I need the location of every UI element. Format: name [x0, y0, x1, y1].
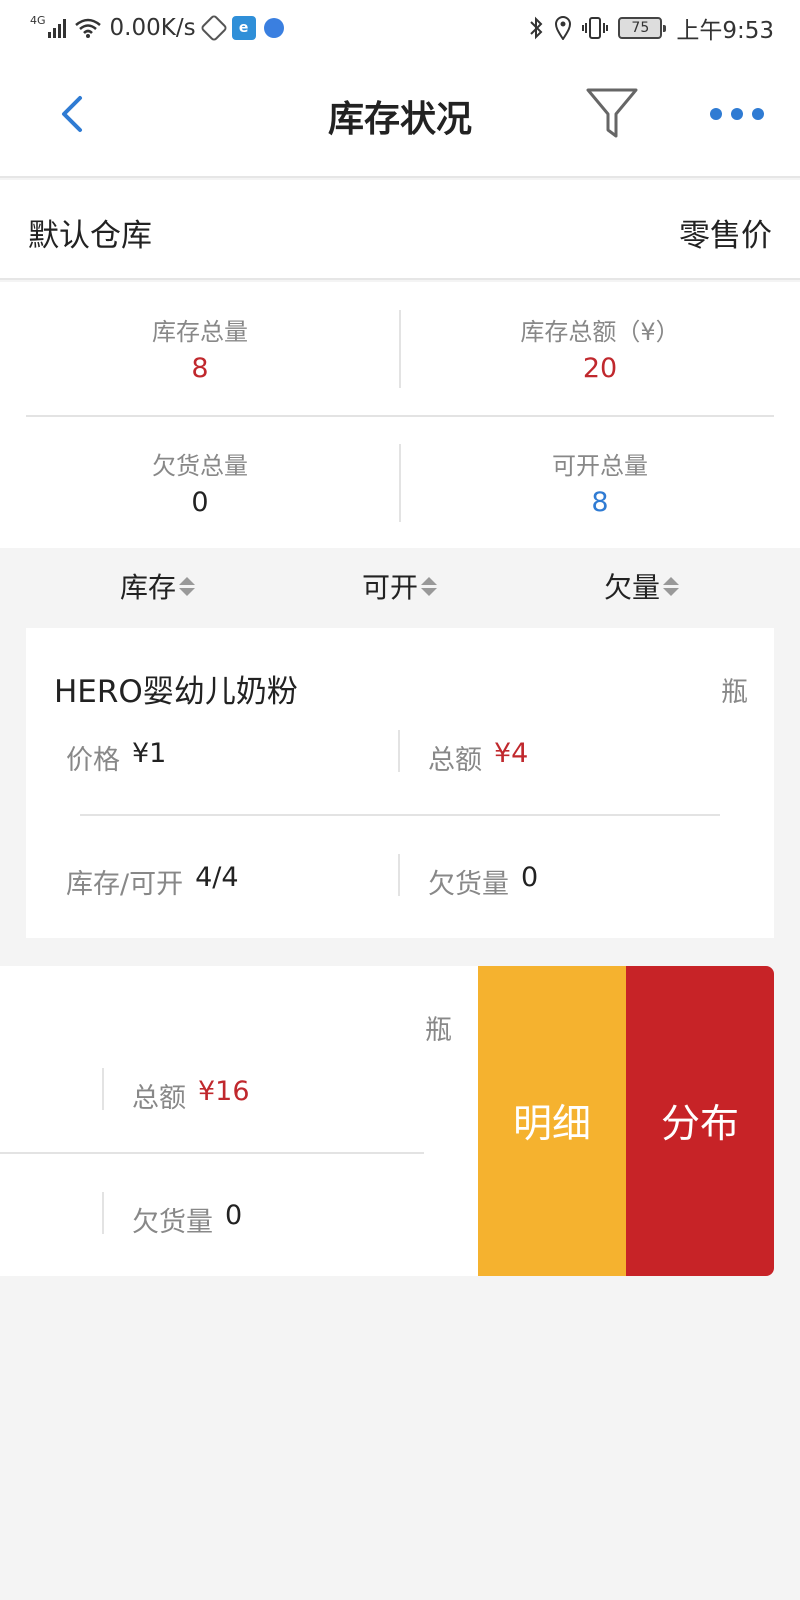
more-dots-icon[interactable] — [710, 104, 764, 124]
filter-funnel-icon[interactable] — [584, 84, 640, 142]
divider — [26, 415, 774, 417]
summary-available: 可开总量 8 — [400, 446, 800, 518]
signal-icon — [47, 18, 66, 38]
sort-by-stock[interactable]: 库存 — [120, 566, 196, 606]
divider — [398, 854, 400, 896]
distribution-button[interactable]: 分布 — [626, 966, 774, 1276]
product-unit: 瓶 — [721, 677, 748, 708]
field-value: 0 — [521, 862, 539, 893]
field-value: ¥16 — [198, 1076, 250, 1107]
product-owed: 欠货量 0 — [132, 1200, 242, 1239]
field-label: 价格 — [66, 745, 120, 776]
divider — [398, 730, 400, 772]
sort-bar: 库存 可开 欠量 — [0, 552, 800, 616]
divider — [399, 310, 401, 388]
vibrate-icon — [582, 17, 609, 39]
product-owed: 欠货量 0 — [428, 862, 538, 901]
summary-value: 8 — [591, 487, 609, 518]
wifi-icon — [74, 18, 101, 38]
globe-notification-icon — [263, 18, 284, 38]
field-value: 0 — [225, 1200, 243, 1231]
summary-value: 20 — [582, 353, 618, 384]
product-amount: 总额 ¥16 — [132, 1076, 250, 1115]
summary-value: 8 — [191, 353, 209, 384]
summary-label: 欠货总量 — [152, 452, 248, 480]
nav-bar: 库存状况 — [0, 56, 800, 178]
divider — [102, 1192, 104, 1234]
battery-icon: 75 — [618, 17, 667, 39]
field-value: ¥1 — [132, 738, 167, 769]
summary-value: 0 — [191, 487, 209, 518]
divider — [102, 1068, 104, 1110]
inventory-summary: 库存总量 8 库存总额（¥） 20 欠货总量 0 可开总量 8 — [0, 282, 800, 548]
page-title: 库存状况 — [327, 99, 472, 140]
product-stock: 库存/可开 4/4 — [66, 862, 239, 901]
product-amount: 总额 ¥4 — [428, 738, 528, 777]
browser-notification-icon: e — [231, 16, 256, 40]
summary-total-qty: 库存总量 8 — [0, 312, 400, 384]
field-label: 总额 — [132, 1083, 186, 1114]
swipe-actions: 明细 分布 — [478, 966, 774, 1276]
sort-label: 欠量 — [604, 571, 661, 604]
battery-level: 75 — [631, 20, 650, 36]
product-unit: 瓶 — [425, 1015, 452, 1046]
status-right: 75 上午9:53 — [528, 12, 774, 44]
product-price: 价格 ¥1 — [66, 738, 166, 777]
sort-label: 库存 — [120, 571, 177, 604]
summary-label: 库存总额（¥） — [520, 318, 680, 346]
status-left: 4G 0.00K/s e — [30, 12, 284, 44]
sort-arrows-icon — [421, 576, 438, 596]
sort-by-available[interactable]: 可开 — [362, 566, 438, 606]
summary-label: 可开总量 — [552, 452, 648, 480]
sort-by-owed[interactable]: 欠量 — [604, 566, 680, 606]
field-value: ¥4 — [494, 738, 529, 769]
summary-total-amount: 库存总额（¥） 20 — [400, 312, 800, 384]
clock: 上午9:53 — [676, 18, 774, 44]
product-name: HERO婴幼儿奶粉 — [54, 674, 298, 710]
sort-arrows-icon — [663, 576, 680, 596]
summary-backorder: 欠货总量 0 — [0, 446, 400, 518]
warehouse-row: 默认仓库 零售价 — [0, 180, 800, 280]
network-speed: 0.00K/s — [109, 15, 196, 41]
sort-arrows-icon — [179, 576, 196, 596]
status-bar: 4G 0.00K/s e 75 上午9:53 — [0, 0, 800, 56]
field-label: 欠货量 — [428, 869, 509, 900]
divider — [399, 444, 401, 522]
product-card-swiped[interactable]: 瓶 总额 ¥16 欠货量 0 — [0, 966, 478, 1276]
product-card[interactable]: HERO婴幼儿奶粉 瓶 价格 ¥1 总额 ¥4 库存/可开 4/4 欠货量 0 — [26, 628, 774, 938]
detail-button[interactable]: 明细 — [478, 966, 626, 1276]
divider — [80, 814, 720, 816]
warehouse-selector[interactable]: 默认仓库 — [28, 210, 152, 255]
app-notification-icon — [199, 13, 228, 43]
price-type-selector[interactable]: 零售价 — [679, 210, 772, 255]
field-label: 总额 — [428, 745, 482, 776]
sort-label: 可开 — [362, 571, 419, 604]
field-label: 库存/可开 — [66, 869, 184, 900]
location-icon — [555, 16, 572, 40]
bluetooth-icon — [530, 16, 543, 40]
field-value: 4/4 — [195, 862, 239, 893]
field-label: 欠货量 — [132, 1207, 213, 1238]
summary-label: 库存总量 — [152, 318, 248, 346]
divider — [0, 1152, 424, 1154]
network-type: 4G — [30, 13, 46, 27]
